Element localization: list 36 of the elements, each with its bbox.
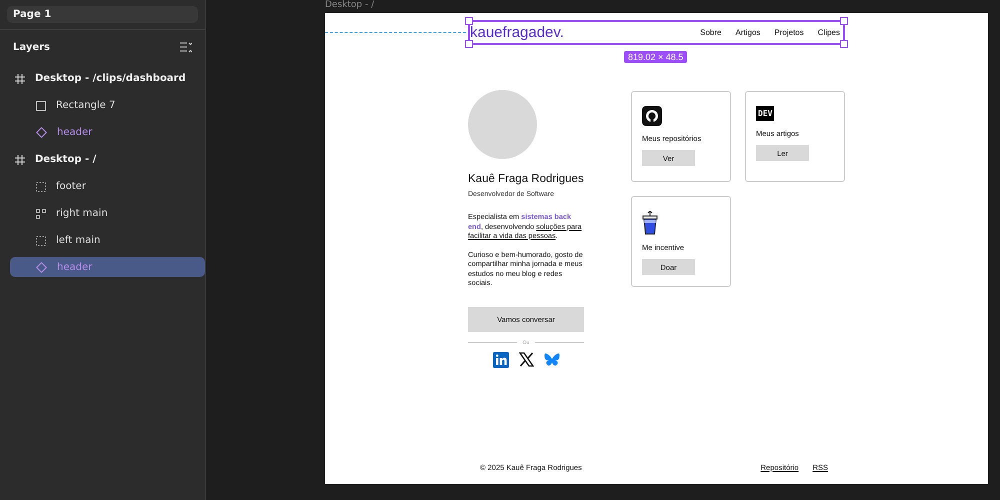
x-logo-icon[interactable] (518, 352, 534, 367)
grid-icon (36, 208, 46, 218)
resize-handle[interactable] (840, 40, 848, 48)
github-icon (642, 106, 662, 126)
layer-item[interactable]: right main (0, 200, 205, 227)
rectangle-icon (36, 100, 46, 110)
nav-link[interactable]: Artigos (736, 28, 760, 37)
size-badge: 819.02 × 48.5 (624, 51, 688, 63)
frame-icon (15, 154, 25, 164)
site-logo[interactable]: kauefragadev. (470, 24, 564, 41)
nav-link[interactable]: Sobre (700, 28, 722, 37)
collapse-layers-icon[interactable] (180, 42, 192, 53)
linkedin-icon[interactable] (492, 352, 508, 368)
frame-label[interactable]: Desktop - / (325, 0, 988, 13)
dev-logo: DEV (756, 106, 774, 121)
layer-item[interactable]: Rectangle 7 (0, 92, 205, 119)
resize-handle[interactable] (465, 40, 473, 48)
nav-link[interactable]: Clipes (818, 28, 840, 37)
resize-handle[interactable] (840, 17, 848, 25)
diamond-icon (36, 262, 47, 272)
layer-item[interactable]: Desktop - /clips/dashboard (0, 65, 205, 92)
resize-handle[interactable] (465, 17, 473, 25)
cup-icon (642, 211, 658, 235)
page-name[interactable]: Page 1 (7, 6, 198, 23)
diamond-icon (36, 127, 47, 138)
layers-title: Layers (13, 42, 50, 53)
dashed-square-icon (36, 236, 46, 246)
frame-icon (15, 74, 25, 84)
dashed-square-icon (36, 182, 46, 192)
layer-item[interactable]: header (0, 119, 205, 146)
nav-link[interactable]: Projetos (774, 28, 804, 37)
layer-item[interactable]: left main (0, 227, 205, 254)
layer-item[interactable]: Desktop - / (0, 146, 205, 173)
butterfly-icon[interactable] (544, 352, 560, 366)
person-name: Kauê Fraga Rodrigues (468, 173, 584, 185)
layer-item[interactable]: footer (0, 173, 205, 200)
